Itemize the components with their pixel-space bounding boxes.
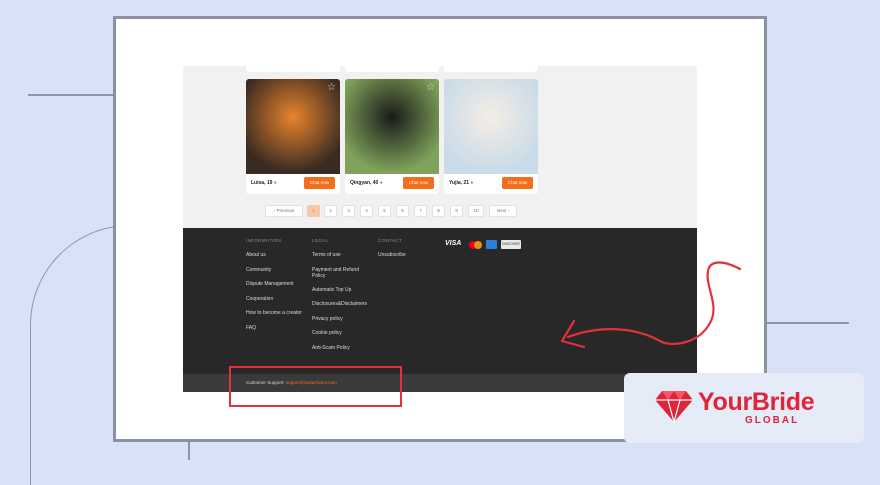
profile-card[interactable]: ☆ ▣ 6 Qingyan, 40 ● Chat now: [345, 79, 439, 194]
mastercard-icon: [469, 241, 483, 249]
next-page-button[interactable]: Next ›: [489, 205, 517, 217]
profile-grid-area: ☆ ▣ 12 Luisa, 19 ● Chat now ☆ ▣ 6 Qingya…: [183, 66, 697, 228]
profile-card-partial[interactable]: [444, 66, 538, 72]
footer-link[interactable]: Anti-Scam Policy: [312, 345, 372, 360]
profile-card-partial[interactable]: [246, 66, 340, 72]
gem-logo-icon: [655, 391, 693, 423]
footer-link[interactable]: Unsubscribe: [378, 252, 438, 267]
profile-photo[interactable]: [246, 79, 340, 174]
chat-now-button[interactable]: Chat now: [304, 177, 335, 189]
footer-link[interactable]: Dispute Management: [246, 281, 308, 296]
chat-now-button[interactable]: Chat now: [502, 177, 533, 189]
footer-link[interactable]: Cooperation: [246, 296, 308, 311]
favorite-star-icon[interactable]: ☆: [426, 82, 435, 93]
profile-name[interactable]: Luisa, 19 ●: [251, 180, 277, 186]
chat-now-button[interactable]: Chat now: [403, 177, 434, 189]
profile-name[interactable]: Yujia, 21 ●: [449, 180, 473, 186]
page-button-1[interactable]: 1: [307, 205, 320, 217]
footer-link[interactable]: About us: [246, 252, 308, 267]
brand-badge: YourBride GLOBAL: [624, 373, 864, 443]
page-button-5[interactable]: 5: [378, 205, 391, 217]
page-button-2[interactable]: 2: [324, 205, 337, 217]
decor-line-top-left: [28, 94, 114, 96]
page-button-9[interactable]: 9: [450, 205, 463, 217]
page-button-8[interactable]: 8: [432, 205, 445, 217]
decor-line-right: [767, 322, 849, 324]
profile-card[interactable]: ☆ ▣ 6 Yujia, 21 ● Chat now: [444, 79, 538, 194]
brand-name: YourBride: [698, 388, 815, 416]
footer-link[interactable]: Terms of use: [312, 252, 372, 267]
profile-card[interactable]: ☆ ▣ 12 Luisa, 19 ● Chat now: [246, 79, 340, 194]
footer-link[interactable]: Community: [246, 267, 308, 282]
discover-icon: DISCOVER: [501, 240, 521, 249]
favorite-star-icon[interactable]: ☆: [327, 82, 336, 93]
footer-link[interactable]: How to become a creator: [246, 310, 308, 325]
profile-photo[interactable]: [444, 79, 538, 174]
page-button-4[interactable]: 4: [360, 205, 373, 217]
favorite-star-icon[interactable]: ☆: [525, 82, 534, 93]
page-button-10[interactable]: 10: [468, 205, 484, 217]
page-button-7[interactable]: 7: [414, 205, 427, 217]
profile-photo[interactable]: [345, 79, 439, 174]
profile-card-partial[interactable]: [345, 66, 439, 72]
footer-link[interactable]: Disclosures&Disclaimers: [312, 301, 372, 316]
page-button-6[interactable]: 6: [396, 205, 409, 217]
online-dot-icon: ●: [470, 180, 474, 186]
footer-information-column: INFORMATION About us Community Dispute M…: [246, 238, 308, 340]
online-dot-icon: ●: [379, 180, 383, 186]
footer-heading: LEGAL: [312, 238, 329, 243]
page-button-3[interactable]: 3: [342, 205, 355, 217]
highlight-box: [229, 366, 402, 407]
footer-heading: CONTACT: [378, 238, 402, 243]
profile-name[interactable]: Qingyan, 40 ●: [350, 180, 383, 186]
amex-icon: [486, 240, 497, 249]
footer-link[interactable]: Privacy policy: [312, 316, 372, 331]
footer-link[interactable]: Payment and Refund Policy: [312, 267, 372, 287]
footer-link[interactable]: FAQ: [246, 325, 308, 340]
visa-icon: VISA: [445, 240, 462, 247]
footer-contact-column: CONTACT Unsubscribe: [378, 238, 438, 267]
footer-heading: INFORMATION: [246, 238, 282, 243]
footer-legal-column: LEGAL Terms of use Payment and Refund Po…: [312, 238, 372, 360]
footer-link[interactable]: Automatic Top Up: [312, 287, 372, 302]
online-dot-icon: ●: [273, 180, 277, 186]
brand-tagline: GLOBAL: [745, 415, 800, 426]
annotation-arrow-icon: [560, 261, 742, 349]
previous-page-button[interactable]: ‹ Previous: [265, 205, 303, 217]
footer-link[interactable]: Cookie policy: [312, 330, 372, 345]
pagination: ‹ Previous 1 2 3 4 5 6 7 8 9 10 Next ›: [183, 205, 697, 217]
